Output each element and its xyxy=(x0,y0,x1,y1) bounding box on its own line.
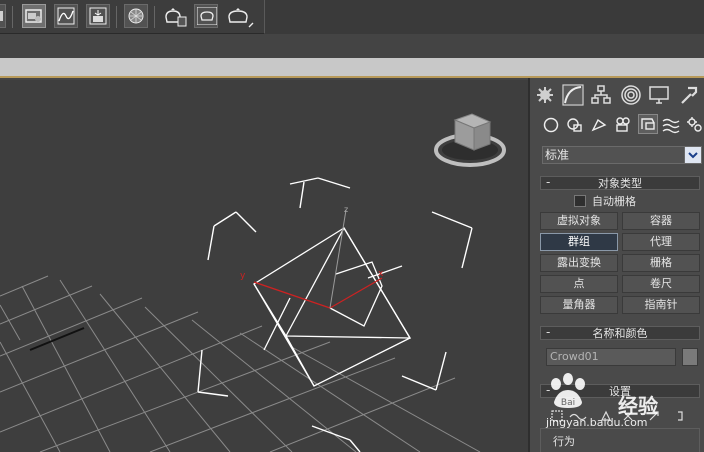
cameras-icon[interactable] xyxy=(614,116,632,134)
grid-button[interactable]: 栅格 xyxy=(622,254,700,272)
geometry-icon[interactable] xyxy=(542,116,560,134)
material-editor-icon[interactable] xyxy=(124,4,148,28)
spacewarps-icon[interactable] xyxy=(662,116,680,134)
toolbar-separator xyxy=(154,6,155,28)
rollout-object-type[interactable]: - 对象类型 xyxy=(540,175,700,190)
shapes-icon[interactable] xyxy=(566,116,584,134)
utilities-icon[interactable] xyxy=(678,84,700,106)
protractor-button[interactable]: 量角器 xyxy=(540,296,618,314)
curve-editor-icon[interactable] xyxy=(54,4,78,28)
category-dropdown[interactable]: 标准 xyxy=(542,146,702,164)
render-frame-icon[interactable] xyxy=(162,5,188,29)
container-button[interactable]: 容器 xyxy=(622,212,700,230)
helpers-icon[interactable] xyxy=(638,114,658,134)
perspective-viewport[interactable]: y x z xyxy=(0,80,528,452)
delegate-button[interactable]: 代理 xyxy=(622,233,700,251)
expose-transform-button[interactable]: 露出变换 xyxy=(540,254,618,272)
toolbar-gap xyxy=(0,34,704,58)
dummy-button[interactable]: 虚拟对象 xyxy=(540,212,618,230)
tape-button[interactable]: 卷尺 xyxy=(622,275,700,293)
toolbar-separator xyxy=(12,6,13,28)
compass-button[interactable]: 指南针 xyxy=(622,296,700,314)
systems-icon[interactable] xyxy=(686,116,704,134)
chevron-down-icon[interactable] xyxy=(684,147,701,163)
watermark: Bai 经验 jingyan.baidu.com xyxy=(546,372,696,432)
selection-brackets xyxy=(197,177,473,452)
lights-icon[interactable] xyxy=(590,116,608,134)
axis-label-y: y xyxy=(240,271,246,281)
watermark-url: jingyan.baidu.com xyxy=(546,416,648,429)
z-axis-line xyxy=(329,209,347,309)
hierarchy-icon[interactable] xyxy=(590,84,612,106)
toolbar-separator xyxy=(116,6,117,28)
rollout-title: 名称和颜色 xyxy=(592,327,648,340)
main-toolbar xyxy=(0,0,704,34)
crowd-button[interactable]: 群组 xyxy=(540,233,618,251)
motion-icon[interactable] xyxy=(620,84,642,106)
rollout-name-color[interactable]: - 名称和颜色 xyxy=(540,325,700,340)
modify-icon[interactable] xyxy=(562,84,584,106)
axis-label-z: z xyxy=(344,205,348,214)
axis-label-x: x xyxy=(378,269,384,279)
object-color-swatch[interactable] xyxy=(682,348,698,366)
active-shade-icon[interactable] xyxy=(226,5,256,31)
render-icon[interactable] xyxy=(194,4,218,28)
autogrid-label: 自动栅格 xyxy=(592,195,636,208)
svg-text:Bai: Bai xyxy=(561,398,575,408)
behavior-label: 行为 xyxy=(553,435,575,448)
point-button[interactable]: 点 xyxy=(540,275,618,293)
grid-axis-line xyxy=(29,327,85,351)
render-setup-icon[interactable] xyxy=(86,4,110,28)
tool-partial-icon[interactable] xyxy=(0,4,6,28)
display-icon[interactable] xyxy=(648,84,670,106)
viewcube[interactable] xyxy=(434,113,506,167)
watermark-text: 经验 xyxy=(618,394,658,418)
object-name-field[interactable]: Crowd01 xyxy=(546,348,676,366)
viewport-scene: y x z xyxy=(0,113,506,452)
toolbar-group xyxy=(0,0,265,34)
paw-logo-icon: Bai xyxy=(551,373,585,408)
ribbon-strip xyxy=(0,58,704,78)
home-grid xyxy=(0,275,481,452)
rollout-title: 对象类型 xyxy=(598,177,642,190)
category-dropdown-value: 标准 xyxy=(545,148,570,162)
autogrid-checkbox[interactable] xyxy=(574,195,586,207)
schematic-view-icon[interactable] xyxy=(22,4,46,28)
create-icon[interactable] xyxy=(534,84,556,106)
